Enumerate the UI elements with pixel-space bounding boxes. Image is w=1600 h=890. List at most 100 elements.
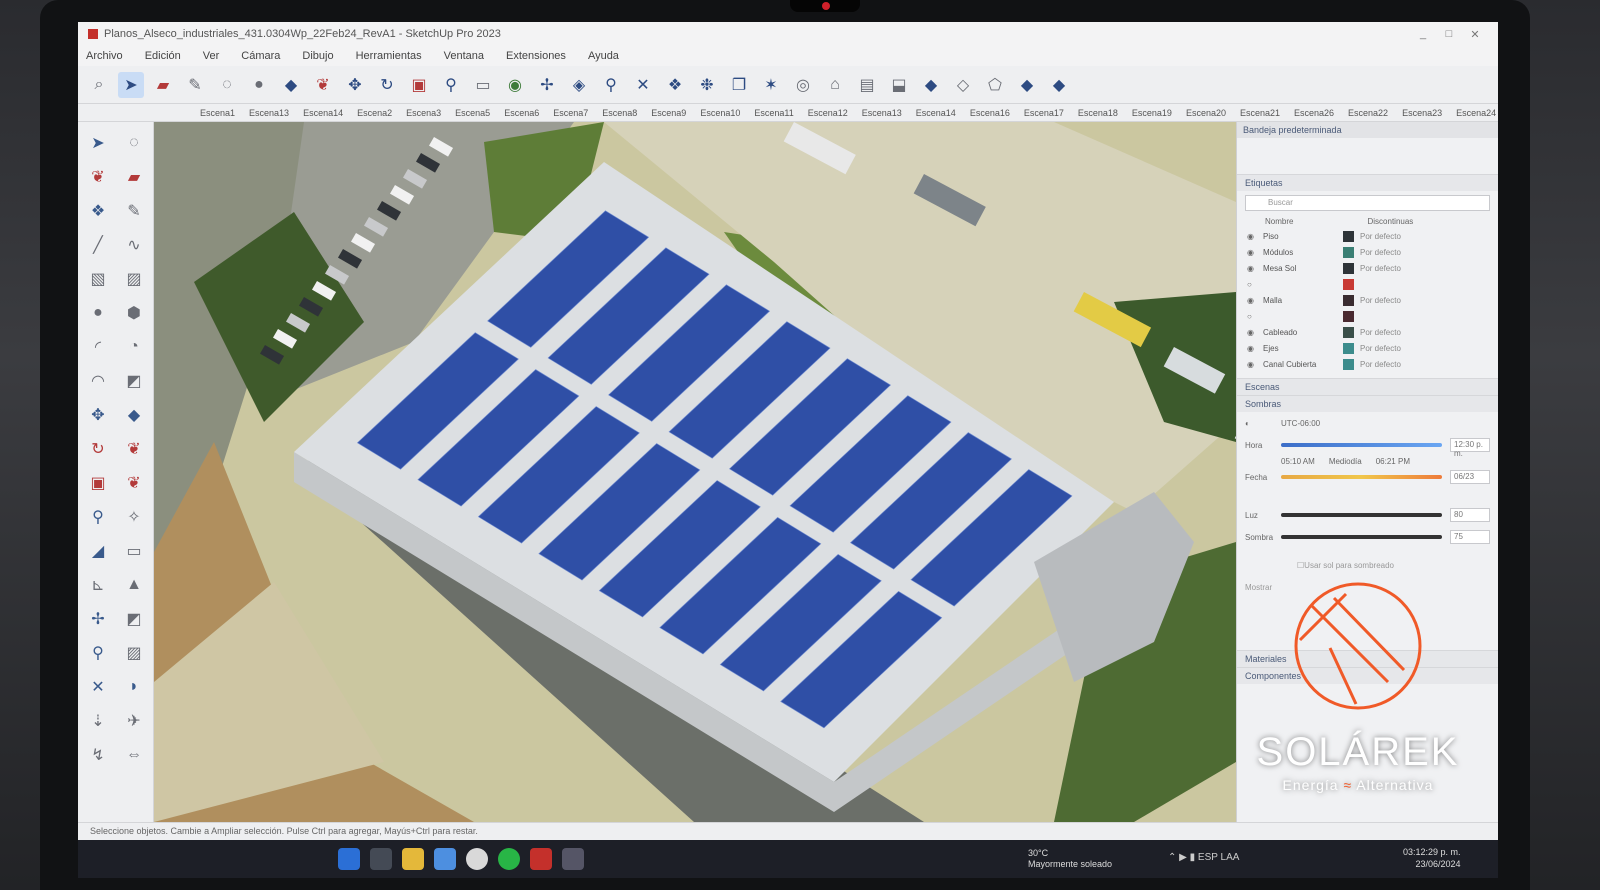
view-icon[interactable]: ⬓ xyxy=(886,72,912,98)
scene-tab[interactable]: Escena26 xyxy=(1294,108,1334,118)
section-tool-icon[interactable]: ⇔ xyxy=(118,742,150,768)
line-tool-icon[interactable]: ╱ xyxy=(82,232,114,258)
scene-tab[interactable]: Escena10 xyxy=(700,108,740,118)
eye-icon[interactable]: ◉ xyxy=(1247,328,1263,337)
paint-tool-icon[interactable]: ❦ xyxy=(82,164,114,190)
tag-color-swatch[interactable] xyxy=(1343,342,1354,354)
arc-tool-icon[interactable]: ◜ xyxy=(82,334,114,360)
position-camera-tool-icon[interactable]: ⇣ xyxy=(82,708,114,734)
paint-icon[interactable]: ❦ xyxy=(310,72,336,98)
freehand-tool-icon[interactable]: ∿ xyxy=(118,232,150,258)
group-icon[interactable]: ❉ xyxy=(694,72,720,98)
weather-widget[interactable]: 30°C Mayormente soleado xyxy=(1028,848,1112,870)
pencil-icon[interactable]: ✎ xyxy=(182,72,208,98)
tag-color-swatch[interactable] xyxy=(1343,278,1354,290)
scene-tab[interactable]: Escena14 xyxy=(303,108,343,118)
rotate-tool-icon[interactable]: ↻ xyxy=(82,436,114,462)
solid-icon[interactable]: ✶ xyxy=(758,72,784,98)
front-view-icon[interactable]: ⬠ xyxy=(982,72,1008,98)
tag-col-dashes[interactable]: Discontinuas xyxy=(1368,217,1471,226)
light-input[interactable]: 80 xyxy=(1450,508,1490,522)
tag-color-swatch[interactable] xyxy=(1343,262,1354,274)
scene-tab[interactable]: Escena18 xyxy=(1078,108,1118,118)
dark-input[interactable]: 75 xyxy=(1450,530,1490,544)
app-icon[interactable] xyxy=(562,848,584,870)
extents-icon[interactable]: ✕ xyxy=(630,72,656,98)
shaded-icon[interactable]: ◆ xyxy=(1046,72,1072,98)
tag-row[interactable]: ◉ Ejes Por defecto xyxy=(1237,340,1498,356)
tags-header[interactable]: Etiquetas xyxy=(1237,174,1498,191)
scene-tab[interactable]: Escena1 xyxy=(200,108,235,118)
section-icon[interactable]: ◈ xyxy=(566,72,592,98)
zoomwin-tool-icon[interactable]: ▨ xyxy=(118,640,150,666)
extents-tool-icon[interactable]: ✕ xyxy=(82,674,114,700)
scene-tab[interactable]: Escena17 xyxy=(1024,108,1064,118)
shadows-header[interactable]: Sombras xyxy=(1237,395,1498,412)
model-viewport[interactable] xyxy=(154,122,1312,822)
menu-ventana[interactable]: Ventana xyxy=(444,50,484,62)
tag-color-swatch[interactable] xyxy=(1343,230,1354,242)
pie-tool-icon[interactable]: ◔ xyxy=(118,334,150,360)
menu-ayuda[interactable]: Ayuda xyxy=(588,50,619,62)
pencil-tool-icon[interactable]: ✎ xyxy=(118,198,150,224)
polygon-tool-icon[interactable]: ⬢ xyxy=(118,300,150,326)
offset-tool-icon[interactable]: ❦ xyxy=(118,470,150,496)
scene-tab[interactable]: Escena24 xyxy=(1456,108,1496,118)
store-icon[interactable]: ▤ xyxy=(854,72,880,98)
sphere-icon[interactable]: ● xyxy=(246,72,272,98)
style-icon[interactable]: ◆ xyxy=(1014,72,1040,98)
follow-icon[interactable]: ◉ xyxy=(502,72,528,98)
orbit-tool-icon[interactable]: ✢ xyxy=(82,606,114,632)
tag-row[interactable]: ◉ Malla Por defecto xyxy=(1237,292,1498,308)
utc-value[interactable]: UTC-06:00 xyxy=(1281,419,1320,428)
prev-tool-icon[interactable]: ◗ xyxy=(118,674,150,700)
scene-tab[interactable]: Escena23 xyxy=(1402,108,1442,118)
tag-color-swatch[interactable] xyxy=(1343,326,1354,338)
search-icon[interactable]: ⌕ xyxy=(86,72,112,98)
date-slider[interactable] xyxy=(1281,475,1442,479)
pushpull-tool-icon[interactable]: ◩ xyxy=(118,368,150,394)
protractor-tool-icon[interactable]: ◢ xyxy=(82,538,114,564)
tag-dashes[interactable]: Por defecto xyxy=(1360,360,1401,369)
scene-tab[interactable]: Escena3 xyxy=(406,108,441,118)
text-tool-icon[interactable]: ▭ xyxy=(118,538,150,564)
menu-dibujo[interactable]: Dibujo xyxy=(302,50,333,62)
lasso-tool-icon[interactable]: ◌ xyxy=(118,130,150,156)
menu-archivo[interactable]: Archivo xyxy=(86,50,123,62)
eye-icon[interactable]: ◉ xyxy=(1247,296,1263,305)
scene-tab[interactable]: Escena12 xyxy=(808,108,848,118)
rotate-icon[interactable]: ↻ xyxy=(374,72,400,98)
scene-tab[interactable]: Escena13 xyxy=(862,108,902,118)
scale-tool-icon[interactable]: ▣ xyxy=(82,470,114,496)
scenes-header[interactable]: Escenas xyxy=(1237,378,1498,395)
eraser-icon[interactable]: ▰ xyxy=(150,72,176,98)
tag-color-swatch[interactable] xyxy=(1343,246,1354,258)
eye-icon[interactable]: ◉ xyxy=(1247,232,1263,241)
search-taskbar-icon[interactable] xyxy=(370,848,392,870)
eye-icon[interactable]: ○ xyxy=(1247,280,1263,289)
house-icon[interactable]: ⌂ xyxy=(822,72,848,98)
scene-tab[interactable]: Escena16 xyxy=(970,108,1010,118)
3dtext-tool-icon[interactable]: ▲ xyxy=(118,572,150,598)
camera-icon[interactable]: ▶ xyxy=(1179,852,1189,863)
time-slider[interactable] xyxy=(1281,443,1442,447)
scene-tab[interactable]: Escena9 xyxy=(651,108,686,118)
tag-color-swatch[interactable] xyxy=(1343,294,1354,306)
minimize-button[interactable]: _ xyxy=(1410,28,1436,40)
scene-tab[interactable]: Escena7 xyxy=(553,108,588,118)
scene-tab[interactable]: Escena22 xyxy=(1348,108,1388,118)
walk-tool-icon[interactable]: ✈ xyxy=(118,708,150,734)
scene-tab[interactable]: Escena8 xyxy=(602,108,637,118)
select-icon[interactable]: ➤ xyxy=(118,71,144,98)
eye-icon[interactable]: ◉ xyxy=(1247,344,1263,353)
start-icon[interactable] xyxy=(338,848,360,870)
tag-row[interactable]: ○ xyxy=(1237,276,1498,292)
scene-tab[interactable]: Escena2 xyxy=(357,108,392,118)
orbit-icon[interactable]: ✢ xyxy=(534,72,560,98)
component-icon[interactable]: ❖ xyxy=(662,72,688,98)
pushpull2-tool-icon[interactable]: ◆ xyxy=(118,402,150,428)
user-icon[interactable]: ◎ xyxy=(790,72,816,98)
use-sun-checkbox[interactable]: ☐ xyxy=(1297,561,1304,570)
tag-search-input[interactable]: Buscar xyxy=(1245,195,1490,211)
tag-row[interactable]: ○ xyxy=(1237,308,1498,324)
